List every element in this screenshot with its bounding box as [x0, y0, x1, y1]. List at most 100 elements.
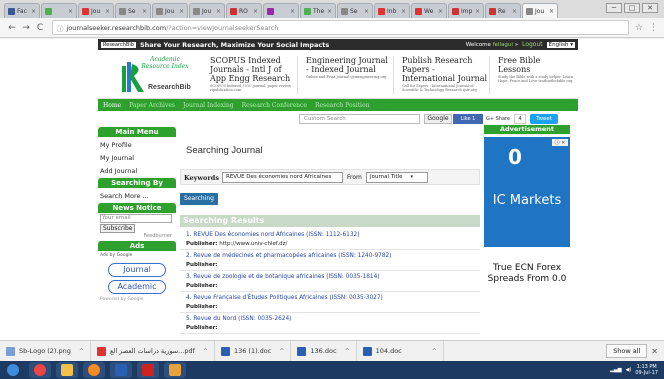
ad-ecn-text[interactable]: True ECN Forex Spreads From 0.0: [484, 263, 570, 285]
nav-home[interactable]: Home: [103, 102, 121, 109]
tab-close-icon[interactable]: ×: [364, 8, 369, 15]
sidebar-item-add-journal[interactable]: Add Journal: [98, 163, 176, 176]
clock[interactable]: 1:13 PM 09-Jul-17: [635, 364, 658, 376]
taskbar-app[interactable]: [164, 362, 186, 378]
google-search-button[interactable]: Google: [424, 114, 452, 124]
browser-tab[interactable]: We ×: [411, 3, 447, 18]
close-icon[interactable]: ✕: [651, 347, 658, 356]
browser-tab[interactable]: Inb ×: [374, 3, 410, 18]
searching-button[interactable]: Searching: [180, 193, 218, 205]
start-button[interactable]: [2, 362, 24, 378]
download-item[interactable]: 136 (1).doc ^: [215, 340, 292, 362]
maximize-icon[interactable]: □: [624, 3, 640, 13]
chevron-up-icon[interactable]: ^: [432, 348, 437, 355]
nav-journal-indexing[interactable]: Journal Indexing: [183, 102, 234, 109]
chevron-up-icon[interactable]: ^: [279, 348, 284, 355]
tab-close-icon[interactable]: ×: [179, 8, 184, 15]
nav-research-conference[interactable]: Research Conference: [242, 102, 307, 109]
back-icon[interactable]: ←: [6, 23, 18, 33]
download-item[interactable]: 136.doc ^: [291, 340, 357, 362]
nav-paper-archives[interactable]: Paper Archives: [129, 102, 175, 109]
result-title-link[interactable]: 4. Revue Française d'Études Politiques A…: [186, 295, 480, 301]
browser-tab[interactable]: Re ×: [485, 3, 521, 18]
researchbib-badge[interactable]: ResearchBib: [101, 41, 136, 48]
browser-tab[interactable]: ×: [263, 3, 299, 18]
browser-tab[interactable]: ×: [41, 3, 77, 18]
download-item[interactable]: Sb-Logo (2).png ^: [0, 340, 91, 362]
download-item[interactable]: 104.doc ^: [357, 340, 444, 362]
chevron-up-icon[interactable]: ^: [79, 348, 84, 355]
keyword-input[interactable]: REVUE Des économies nord Africaines: [222, 172, 343, 183]
tab-close-icon[interactable]: ×: [401, 8, 406, 15]
browser-tab[interactable]: Fac ×: [4, 3, 40, 18]
tab-close-icon[interactable]: ×: [142, 8, 147, 15]
show-all-button[interactable]: Show all: [606, 344, 648, 358]
custom-search-input[interactable]: Custom Search: [299, 114, 420, 124]
sidebar-item-search-more[interactable]: Search More ...: [98, 188, 176, 201]
subscribe-button[interactable]: Subscribe: [100, 224, 136, 233]
from-select[interactable]: Journal Title ▾: [366, 172, 428, 183]
language-select[interactable]: English ▾: [546, 41, 575, 48]
taskbar-acrobat[interactable]: [137, 362, 159, 378]
nav-research-position[interactable]: Research Position: [315, 102, 370, 109]
username-link[interactable]: fellagui: [493, 42, 513, 48]
sidebar-item-my-journal[interactable]: My Journal: [98, 150, 176, 163]
header-ad-2[interactable]: Engineering Journal - Indexed Journal Onl…: [302, 56, 394, 94]
tab-close-icon[interactable]: ×: [438, 8, 443, 15]
tab-close-icon[interactable]: ×: [290, 8, 295, 15]
result-title-link[interactable]: 1. REVUE Des économies nord Africaines (…: [186, 232, 480, 238]
tab-close-icon[interactable]: ×: [327, 8, 332, 15]
result-title-link[interactable]: 3. Revue de zoologie et de botanique afr…: [186, 274, 480, 280]
tab-close-icon[interactable]: ×: [105, 8, 110, 15]
browser-tab[interactable]: RO ×: [226, 3, 262, 18]
browser-tab[interactable]: Jou ×: [78, 3, 114, 18]
close-window-icon[interactable]: ✕: [642, 3, 658, 13]
forward-icon[interactable]: →: [20, 23, 32, 33]
browser-tab[interactable]: The ×: [300, 3, 336, 18]
taskbar-word[interactable]: [110, 362, 132, 378]
gplus-share-button[interactable]: G+ Share: [486, 114, 512, 124]
browser-tab[interactable]: Se ×: [337, 3, 373, 18]
taskbar-chrome[interactable]: [29, 362, 51, 378]
browser-tab[interactable]: Jou ×: [189, 3, 225, 18]
ad-link-academic[interactable]: Academic: [108, 280, 166, 294]
result-title-link[interactable]: 2. Revue de médecines et pharmacopées af…: [186, 253, 480, 259]
tab-close-icon[interactable]: ×: [549, 8, 554, 15]
chevron-up-icon[interactable]: ^: [203, 348, 208, 355]
site-logo[interactable]: Academic Resource Index ResearchBib: [110, 56, 200, 96]
tab-close-icon[interactable]: ×: [475, 8, 480, 15]
reload-icon[interactable]: C: [34, 23, 46, 33]
sidebar-item-my-profile[interactable]: My Profile: [98, 137, 176, 150]
ad-link-journal[interactable]: Journal: [108, 263, 166, 277]
browser-tab[interactable]: Imp ×: [448, 3, 484, 18]
header-ad-3[interactable]: Publish Research Papers - International …: [398, 56, 490, 94]
network-icon[interactable]: ▂▄▆: [610, 367, 622, 373]
feedburner-link[interactable]: Feedburner: [98, 233, 176, 239]
tab-close-icon[interactable]: ×: [253, 8, 258, 15]
menu-icon[interactable]: ⋮: [649, 23, 658, 33]
header-ad-1[interactable]: SCOPUS Indexed Journals - Intl J of App …: [206, 56, 298, 94]
tab-close-icon[interactable]: ×: [68, 8, 73, 15]
tab-close-icon[interactable]: ×: [216, 8, 221, 15]
tab-close-icon[interactable]: ×: [31, 8, 36, 15]
taskbar-media[interactable]: [83, 362, 105, 378]
ads-by-google[interactable]: Ads by Google: [98, 251, 176, 260]
url-input[interactable]: ⓘ journalseeker.researchbib.com/?action=…: [52, 20, 629, 35]
tab-close-icon[interactable]: ×: [512, 8, 517, 15]
facebook-like-button[interactable]: Like 1: [453, 114, 483, 124]
taskbar-explorer[interactable]: [56, 362, 78, 378]
browser-tab[interactable]: Jou ×: [152, 3, 188, 18]
tweet-button[interactable]: Tweet: [530, 114, 558, 124]
bookmark-star-icon[interactable]: ☆: [635, 23, 643, 33]
volume-icon[interactable]: ◀): [626, 367, 632, 373]
ic-markets-ad[interactable]: ⓘ ✕ 0 IC Markets: [484, 137, 570, 247]
ad-close-icon[interactable]: ⓘ ✕: [552, 139, 568, 146]
minimize-icon[interactable]: ─: [606, 3, 622, 13]
chevron-up-icon[interactable]: ^: [345, 348, 350, 355]
result-title-link[interactable]: 5. Revue du Nord (ISSN: 0035-2624): [186, 316, 480, 322]
email-field[interactable]: Your email: [100, 214, 172, 223]
download-item[interactable]: سورية دراسات العصر الع...pdf ^: [91, 340, 215, 362]
browser-tab[interactable]: Se ×: [115, 3, 151, 18]
logout-link[interactable]: Logout: [522, 41, 543, 48]
browser-tab[interactable]: Jou ×: [522, 3, 558, 18]
